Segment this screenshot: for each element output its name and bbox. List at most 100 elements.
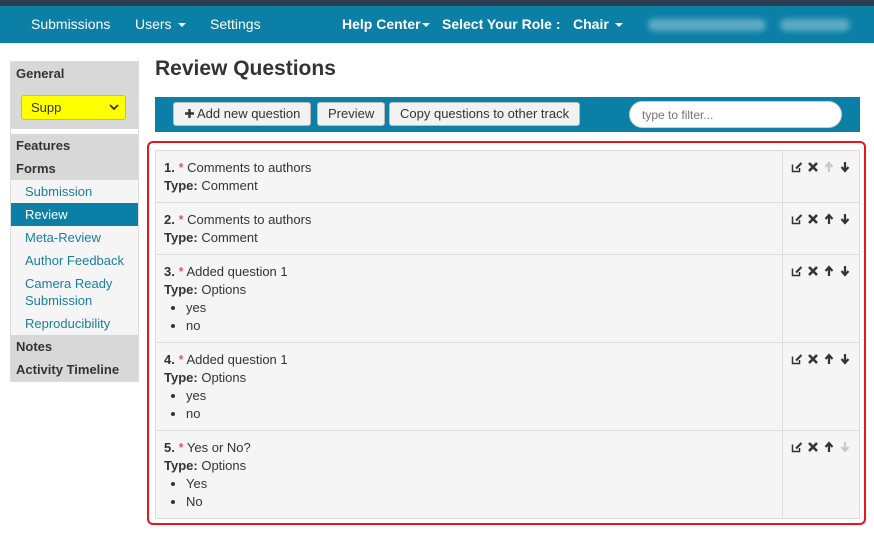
- question-text: Added question 1: [186, 264, 288, 279]
- nav-settings[interactable]: Settings: [210, 6, 261, 43]
- option-item: no: [186, 317, 774, 335]
- sidebar: General Supp Features Forms Submission R…: [10, 61, 139, 382]
- question-row: 2. * Comments to authors Type: Comment: [156, 203, 859, 255]
- option-item: no: [186, 405, 774, 423]
- delete-icon[interactable]: [807, 265, 819, 277]
- sidebar-item-camera-ready[interactable]: Camera Ready Submission: [11, 272, 138, 312]
- question-type: Options: [201, 458, 247, 473]
- type-label: Type:: [164, 458, 198, 473]
- options-list: Yes No: [164, 475, 774, 511]
- type-label: Type:: [164, 230, 198, 245]
- question-content: 5. * Yes or No? Type: Options Yes No: [156, 431, 782, 518]
- edit-icon[interactable]: [791, 441, 803, 453]
- role-dropdown[interactable]: Chair: [573, 6, 623, 43]
- question-content: 2. * Comments to authors Type: Comment: [156, 203, 782, 254]
- arrow-up-icon: [824, 161, 834, 172]
- preview-button[interactable]: Preview: [317, 102, 386, 126]
- type-label: Type:: [164, 178, 198, 193]
- question-type: Options: [201, 282, 247, 297]
- question-type: Comment: [201, 178, 258, 193]
- sidebar-item-review[interactable]: Review: [11, 203, 138, 226]
- question-text: Yes or No?: [186, 440, 251, 455]
- required-marker: *: [178, 160, 184, 175]
- question-actions: [782, 431, 860, 518]
- nav-help-center-label: Help Center: [342, 16, 421, 32]
- options-list: yes no: [164, 299, 774, 335]
- option-item: No: [186, 493, 774, 511]
- question-actions: [782, 203, 860, 254]
- question-type: Options: [201, 370, 247, 385]
- copy-questions-button[interactable]: Copy questions to other track: [389, 102, 581, 126]
- plus-icon: [185, 109, 194, 118]
- edit-icon[interactable]: [791, 161, 803, 173]
- filter-input[interactable]: [629, 101, 842, 128]
- track-select[interactable]: Supp: [21, 95, 126, 120]
- sidebar-activity-timeline[interactable]: Activity Timeline: [11, 358, 138, 381]
- question-row: 1. * Comments to authors Type: Comment: [156, 151, 859, 203]
- sidebar-forms[interactable]: Forms: [11, 157, 138, 180]
- sidebar-item-submission[interactable]: Submission: [11, 180, 138, 203]
- role-dropdown-label: Chair: [573, 16, 609, 32]
- sidebar-notes[interactable]: Notes: [11, 335, 138, 358]
- question-type: Comment: [201, 230, 258, 245]
- edit-icon[interactable]: [791, 353, 803, 365]
- question-number: 1.: [164, 160, 175, 175]
- type-label: Type:: [164, 282, 198, 297]
- question-actions: [782, 343, 860, 430]
- required-marker: *: [178, 352, 184, 367]
- arrow-up-icon[interactable]: [823, 265, 835, 277]
- question-number: 2.: [164, 212, 175, 227]
- nav-users-label: Users: [135, 16, 172, 32]
- required-marker: *: [178, 264, 184, 279]
- delete-icon[interactable]: [807, 441, 819, 453]
- arrow-down-icon[interactable]: [839, 265, 851, 277]
- delete-icon[interactable]: [807, 161, 819, 173]
- delete-icon[interactable]: [807, 213, 819, 225]
- add-question-button[interactable]: Add new question: [173, 102, 312, 126]
- question-number: 5.: [164, 440, 175, 455]
- sidebar-general[interactable]: General: [11, 62, 138, 85]
- sidebar-item-meta-review[interactable]: Meta-Review: [11, 226, 138, 249]
- question-actions: [782, 151, 860, 202]
- arrow-up-icon[interactable]: [823, 441, 835, 453]
- page-title: Review Questions: [155, 57, 336, 80]
- question-text: Added question 1: [186, 352, 288, 367]
- edit-icon[interactable]: [791, 265, 803, 277]
- add-question-label: Add new question: [197, 106, 301, 121]
- select-role-label: Select Your Role :: [442, 16, 561, 32]
- arrow-down-icon: [840, 442, 850, 453]
- delete-icon[interactable]: [807, 353, 819, 365]
- arrow-up-icon[interactable]: [823, 353, 835, 365]
- question-text: Comments to authors: [187, 212, 312, 227]
- arrow-down-icon[interactable]: [839, 213, 851, 225]
- option-item: yes: [186, 387, 774, 405]
- arrow-down-icon[interactable]: [839, 353, 851, 365]
- arrow-up-icon[interactable]: [823, 213, 835, 225]
- type-label: Type:: [164, 370, 198, 385]
- sidebar-item-reproducibility[interactable]: Reproducibility: [11, 312, 138, 335]
- required-marker: *: [178, 440, 184, 455]
- question-number: 4.: [164, 352, 175, 367]
- track-select-value: Supp: [31, 100, 62, 115]
- option-item: Yes: [186, 475, 774, 493]
- redacted-user-name[interactable]: [648, 19, 766, 31]
- nav-users[interactable]: Users: [135, 6, 186, 43]
- chevron-down-icon: [614, 23, 623, 28]
- question-content: 4. * Added question 1 Type: Options yes …: [156, 343, 782, 430]
- question-actions: [782, 255, 860, 342]
- question-text: Comments to authors: [187, 160, 312, 175]
- arrow-down-icon[interactable]: [839, 161, 851, 173]
- edit-icon[interactable]: [791, 213, 803, 225]
- sidebar-item-author-feedback[interactable]: Author Feedback: [11, 249, 138, 272]
- toolbar: Add new question Preview Copy questions …: [155, 97, 860, 132]
- question-content: 3. * Added question 1 Type: Options yes …: [156, 255, 782, 342]
- nav-help-center[interactable]: Help Center: [342, 6, 430, 43]
- question-row: 4. * Added question 1 Type: Options yes …: [156, 343, 859, 431]
- chevron-down-icon: [109, 104, 119, 111]
- redacted-conference-name[interactable]: [780, 19, 850, 31]
- chevron-down-icon: [421, 23, 430, 28]
- questions-table: 1. * Comments to authors Type: Comment 2…: [155, 150, 860, 519]
- question-row: 3. * Added question 1 Type: Options yes …: [156, 255, 859, 343]
- sidebar-features[interactable]: Features: [11, 134, 138, 157]
- nav-submissions[interactable]: Submissions: [31, 6, 110, 43]
